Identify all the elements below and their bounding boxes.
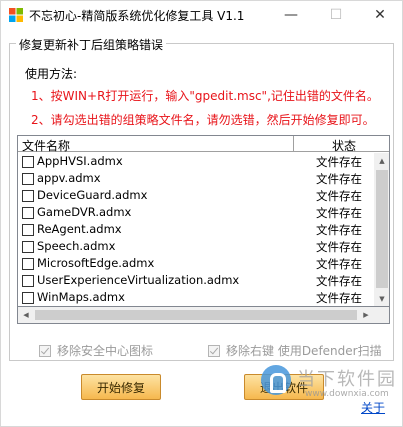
- horizontal-scrollbar[interactable]: ◀ ▶: [17, 307, 390, 324]
- file-status: 文件存在: [316, 223, 362, 237]
- file-name: appv.admx: [37, 171, 101, 185]
- scroll-right-icon[interactable]: ▶: [358, 307, 374, 323]
- list-item[interactable]: ReAgent.admx 文件存在: [18, 221, 374, 238]
- vertical-scrollbar[interactable]: ▲ ▼: [374, 153, 389, 306]
- list-item[interactable]: appv.admx 文件存在: [18, 170, 374, 187]
- vertical-scroll-thumb[interactable]: [376, 170, 388, 288]
- usage-label: 使用方法:: [25, 67, 78, 81]
- remove-defender-menu-option: 移除右键 使用Defender扫描: [208, 342, 382, 359]
- scroll-down-icon[interactable]: ▼: [374, 291, 389, 306]
- row-checkbox[interactable]: [22, 224, 34, 236]
- file-status: 文件存在: [316, 274, 362, 288]
- row-checkbox[interactable]: [22, 190, 34, 202]
- remove-security-icon-option: 移除安全中心图标: [39, 342, 153, 359]
- groupbox-title: 修复更新补丁后组策略错误: [16, 36, 167, 53]
- horizontal-scroll-thumb[interactable]: [35, 310, 357, 320]
- window-title: 不忘初心-精简版系统优化修复工具 V1.1: [29, 9, 245, 23]
- close-button[interactable]: ✕: [358, 1, 402, 29]
- list-item[interactable]: DeviceGuard.admx 文件存在: [18, 187, 374, 204]
- exit-button[interactable]: 退出软件: [244, 374, 324, 400]
- column-header-filename[interactable]: 文件名称: [22, 137, 70, 154]
- file-status: 文件存在: [316, 189, 362, 203]
- file-name: ReAgent.admx: [37, 222, 122, 236]
- file-status: 文件存在: [316, 206, 362, 220]
- admx-file-list[interactable]: 文件名称 状态 AppHVSI.admx 文件存在 appv.admx 文件存在 D…: [17, 135, 390, 307]
- minimize-button[interactable]: —: [269, 1, 313, 29]
- file-name: UserExperienceVirtualization.admx: [37, 273, 240, 287]
- list-item[interactable]: GameDVR.admx 文件存在: [18, 204, 374, 221]
- row-checkbox[interactable]: [22, 173, 34, 185]
- about-link[interactable]: 关于: [361, 399, 385, 416]
- remove-security-icon-label: 移除安全中心图标: [57, 344, 154, 358]
- file-status: 文件存在: [316, 291, 362, 305]
- row-checkbox[interactable]: [22, 156, 34, 168]
- list-header: 文件名称 状态: [18, 136, 389, 154]
- file-name: DeviceGuard.admx: [37, 188, 148, 202]
- file-name: WinMaps.admx: [37, 290, 125, 304]
- remove-security-icon-checkbox: [39, 344, 51, 357]
- row-checkbox[interactable]: [22, 292, 34, 304]
- list-item[interactable]: AppHVSI.admx 文件存在: [18, 153, 374, 170]
- file-status: 文件存在: [316, 155, 362, 169]
- scroll-up-icon[interactable]: ▲: [374, 153, 389, 169]
- file-status: 文件存在: [316, 172, 362, 186]
- instruction-step-2: 2、请勾选出错的组策略文件名，请勿选错，然后开始修复即可。: [31, 113, 375, 127]
- list-item[interactable]: MicrosoftEdge.admx 文件存在: [18, 255, 374, 272]
- remove-defender-menu-label: 移除右键 使用Defender扫描: [226, 344, 382, 358]
- list-item[interactable]: UserExperienceVirtualization.admx 文件存在: [18, 272, 374, 289]
- file-name: GameDVR.admx: [37, 205, 132, 219]
- file-status: 文件存在: [316, 257, 362, 271]
- title-bar: 不忘初心-精简版系统优化修复工具 V1.1 — ☐ ✕: [1, 1, 402, 29]
- file-name: Speech.admx: [37, 239, 116, 253]
- column-header-status[interactable]: 状态: [332, 137, 356, 154]
- instruction-step-1: 1、按WIN+R打开运行，输入"gpedit.msc",记住出错的文件名。: [31, 89, 379, 103]
- minimize-icon: —: [284, 7, 298, 23]
- remove-defender-menu-checkbox: [208, 344, 220, 357]
- column-divider[interactable]: [293, 136, 294, 152]
- file-status: 文件存在: [316, 240, 362, 254]
- row-checkbox[interactable]: [22, 275, 34, 287]
- maximize-button: ☐: [314, 1, 358, 29]
- list-rows: AppHVSI.admx 文件存在 appv.admx 文件存在 DeviceGua…: [18, 153, 374, 306]
- list-item[interactable]: Speech.admx 文件存在: [18, 238, 374, 255]
- scroll-left-icon[interactable]: ◀: [18, 307, 34, 323]
- row-checkbox[interactable]: [22, 241, 34, 253]
- row-checkbox[interactable]: [22, 207, 34, 219]
- maximize-icon: ☐: [329, 7, 343, 23]
- start-repair-button[interactable]: 开始修复: [81, 374, 161, 400]
- row-checkbox[interactable]: [22, 258, 34, 270]
- close-icon: ✕: [374, 7, 386, 23]
- windows-logo-icon: [9, 8, 23, 22]
- file-name: AppHVSI.admx: [37, 154, 123, 168]
- file-name: MicrosoftEdge.admx: [37, 256, 155, 270]
- app-window: 不忘初心-精简版系统优化修复工具 V1.1 — ☐ ✕ 修复更新补丁后组策略错误…: [0, 0, 403, 427]
- list-item[interactable]: WinMaps.admx 文件存在: [18, 289, 374, 306]
